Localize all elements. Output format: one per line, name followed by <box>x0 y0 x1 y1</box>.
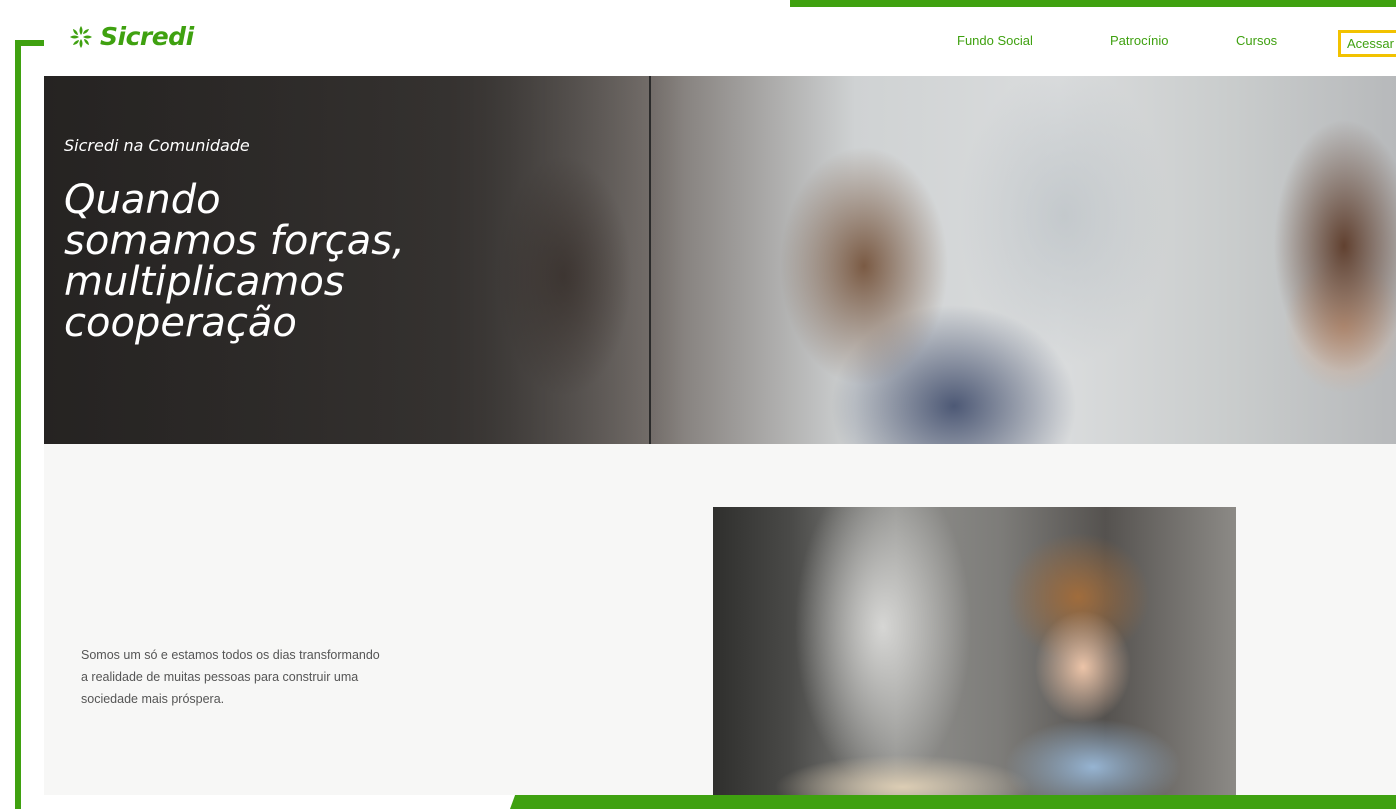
hero-title-line: somamos forças, <box>64 218 405 264</box>
hero-image-detail <box>649 76 651 444</box>
nav-link-fundo-social[interactable]: Fundo Social <box>957 33 1033 48</box>
nav-link-acessar[interactable]: Acessar <box>1338 30 1396 57</box>
decorative-frame-top <box>790 0 1396 7</box>
site-header: Sicredi Fundo Social Patrocínio Cursos A… <box>44 8 1396 76</box>
hero-title-line: Quando <box>64 177 221 223</box>
decorative-frame-bottom <box>510 795 1396 809</box>
hero-banner: Sicredi na Comunidade Quando somamos for… <box>44 76 1396 444</box>
nav-link-patrocinio[interactable]: Patrocínio <box>1110 33 1169 48</box>
intro-text: Somos um só e estamos todos os dias tran… <box>81 644 531 710</box>
intro-text-line: Somos um só e estamos todos os dias tran… <box>81 648 380 662</box>
decorative-frame-left <box>15 40 21 809</box>
intro-text-line: sociedade mais próspera. <box>81 692 225 706</box>
main-nav: Fundo Social Patrocínio Cursos Acessar <box>44 30 1396 57</box>
decorative-frame-tick <box>15 40 45 46</box>
intro-text-line: a realidade de muitas pessoas para const… <box>81 670 359 684</box>
nav-link-cursos[interactable]: Cursos <box>1236 33 1277 48</box>
hero-title: Quando somamos forças, multiplicamos coo… <box>64 180 584 344</box>
child-photo <box>713 507 1236 795</box>
intro-section: Somos um só e estamos todos os dias tran… <box>44 444 1396 795</box>
hero-eyebrow: Sicredi na Comunidade <box>64 136 250 155</box>
hero-title-line: multiplicamos <box>64 259 345 305</box>
page: Sicredi Fundo Social Patrocínio Cursos A… <box>44 8 1396 795</box>
hero-title-line: cooperação <box>64 300 297 346</box>
